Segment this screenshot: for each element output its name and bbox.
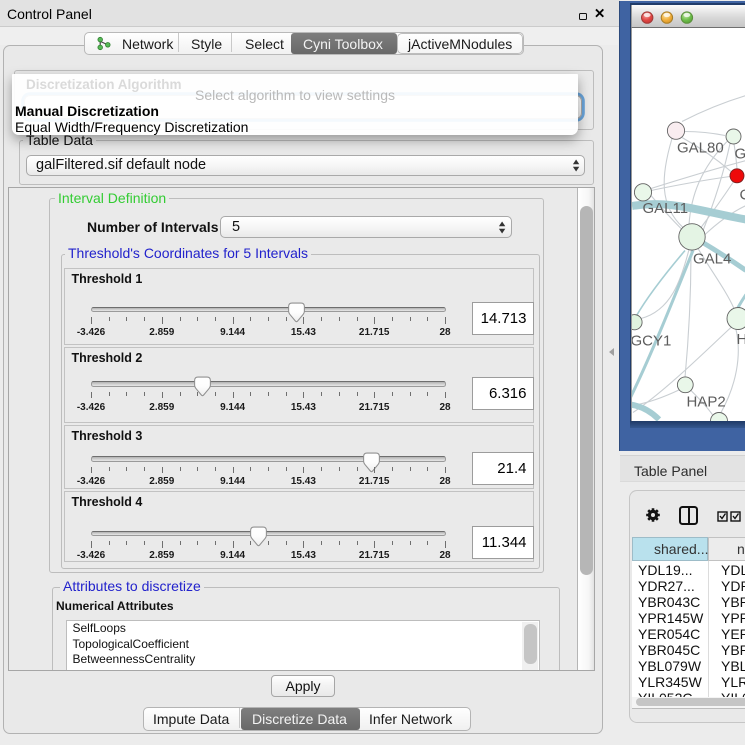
svg-text:H: H (737, 331, 745, 348)
svg-text:GAL80: GAL80 (677, 139, 724, 156)
svg-text:C: C (740, 186, 745, 203)
svg-text:GAL4: GAL4 (693, 250, 731, 267)
svg-text:GCY1: GCY1 (632, 332, 671, 349)
svg-text:GAL11: GAL11 (643, 200, 689, 217)
svg-text:HAP2: HAP2 (687, 393, 726, 410)
svg-text:GA: GA (735, 145, 745, 162)
